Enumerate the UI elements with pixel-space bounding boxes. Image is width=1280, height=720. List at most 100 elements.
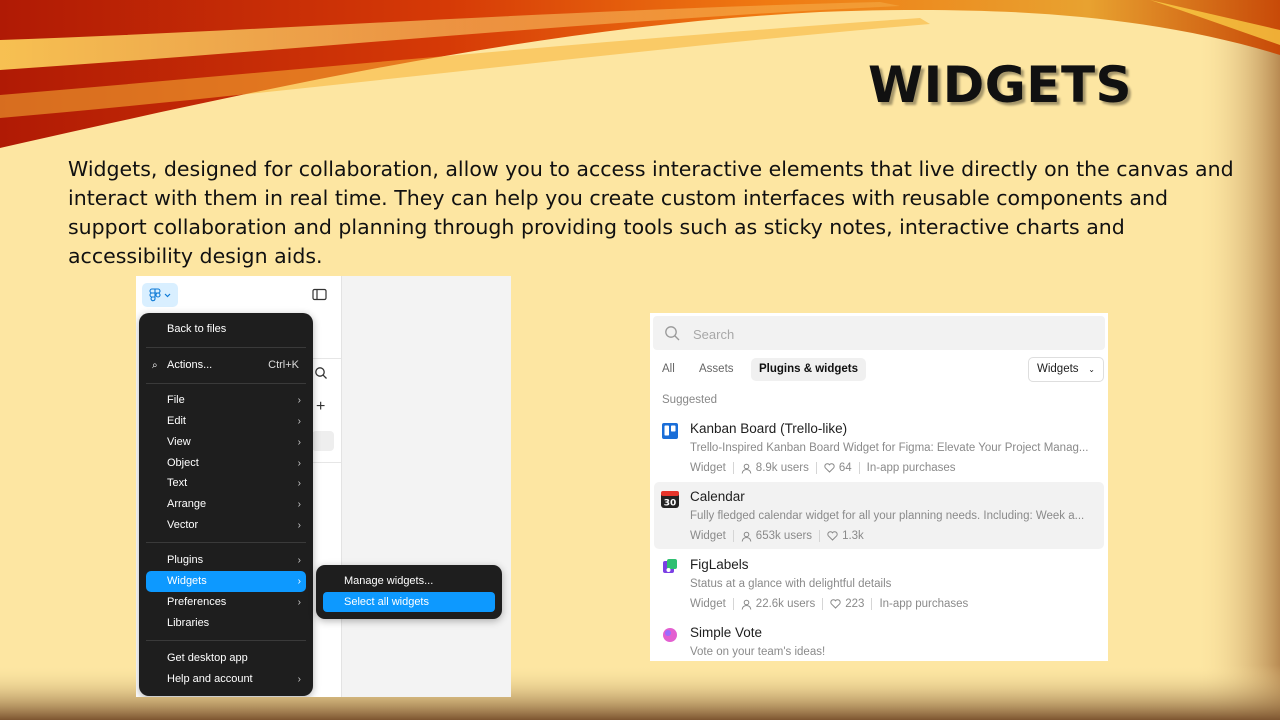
chevron-right-icon: ›	[297, 416, 301, 427]
widget-meta: Widget 22.6k users 223 In-app purchases	[690, 598, 968, 610]
calendar-icon-number: 30	[664, 499, 677, 509]
widget-purchase-note: In-app purchases	[866, 462, 956, 474]
user-icon	[741, 531, 752, 542]
search-input[interactable]	[691, 323, 1095, 345]
widgets-submenu: Manage widgets... Select all widgets	[316, 565, 502, 619]
menu-item-plugins[interactable]: Plugins ›	[146, 550, 306, 571]
figlabels-icon	[663, 559, 677, 573]
filter-dropdown[interactable]: Widgets ⌄	[1028, 357, 1104, 382]
menu-item-get-desktop-app[interactable]: Get desktop app	[146, 648, 306, 669]
widget-description: Trello-Inspired Kanban Board Widget for …	[690, 442, 1089, 454]
chevron-down-icon: ⌄	[1088, 365, 1095, 374]
widget-meta: Widget 8.9k users 64 In-app purchases	[690, 462, 956, 474]
widget-name: Calendar	[690, 489, 745, 504]
submenu-item-manage-widgets[interactable]: Manage widgets...	[323, 571, 495, 591]
chevron-down-icon	[164, 293, 171, 297]
heart-icon	[830, 599, 841, 609]
meta-divider	[732, 598, 734, 610]
widget-list-item[interactable]: Kanban Board (Trello-like) Trello-Inspir…	[654, 414, 1104, 481]
menu-item-back-to-files[interactable]: Back to files	[146, 319, 306, 340]
menu-item-widgets[interactable]: Widgets ›	[146, 571, 306, 592]
shortcut-label: Ctrl+K	[268, 359, 299, 371]
chevron-right-icon: ›	[297, 478, 301, 489]
widget-purchase-note: In-app purchases	[879, 598, 969, 610]
widget-users: 8.9k users	[755, 462, 809, 474]
side-panel-field	[312, 431, 334, 451]
submenu-item-select-all-widgets[interactable]: Select all widgets	[323, 592, 495, 612]
heart-icon	[824, 463, 835, 473]
tab-all[interactable]: All	[662, 358, 675, 381]
widget-type: Widget	[690, 598, 726, 610]
chevron-right-icon: ›	[297, 555, 301, 566]
menu-separator	[146, 640, 306, 641]
search-bar	[653, 316, 1105, 350]
chevron-right-icon: ›	[297, 674, 301, 685]
chevron-right-icon: ›	[297, 458, 301, 469]
widgets-panel-screenshot: All Assets Plugins & widgets Widgets ⌄ S…	[650, 313, 1108, 661]
search-icon: ⌕	[152, 360, 158, 371]
menu-item-vector[interactable]: Vector ›	[146, 515, 306, 536]
chevron-right-icon: ›	[297, 520, 301, 531]
widget-list-item[interactable]: FigLabels Status at a glance with deligh…	[654, 550, 1104, 617]
menu-item-view[interactable]: View ›	[146, 432, 306, 453]
section-label: Suggested	[662, 394, 717, 406]
widget-likes: 1.3k	[842, 530, 864, 542]
menu-item-object[interactable]: Object ›	[146, 453, 306, 474]
menu-item-help-and-account[interactable]: Help and account ›	[146, 669, 306, 690]
menu-item-text[interactable]: Text ›	[146, 473, 306, 494]
chevron-right-icon: ›	[297, 437, 301, 448]
widget-description: Status at a glance with delightful detai…	[690, 578, 892, 590]
widget-meta: Widget 653k users 1.3k	[690, 530, 864, 542]
meta-divider	[871, 598, 873, 610]
widget-likes: 223	[845, 598, 865, 610]
widget-list-item[interactable]: 30 Calendar Fully fledged calendar widge…	[654, 482, 1104, 549]
widget-likes: 64	[838, 462, 852, 474]
menu-item-arrange[interactable]: Arrange ›	[146, 494, 306, 515]
heart-icon	[827, 531, 838, 541]
widget-name: FigLabels	[690, 557, 749, 572]
search-icon	[665, 326, 680, 341]
menu-item-actions[interactable]: ⌕ Actions... Ctrl+K	[146, 355, 306, 376]
meta-divider	[858, 462, 860, 474]
meta-divider	[819, 530, 821, 542]
widget-name: Simple Vote	[690, 625, 763, 640]
tab-assets[interactable]: Assets	[699, 358, 734, 381]
chevron-right-icon: ›	[297, 499, 301, 510]
chevron-right-icon: ›	[297, 597, 301, 608]
figma-menu-screenshot: + Back to files ⌕ Actions... Ctrl+K File…	[136, 276, 511, 697]
widget-name: Kanban Board (Trello-like)	[690, 421, 848, 436]
widget-type: Widget	[690, 530, 726, 542]
menu-separator	[146, 542, 306, 543]
panel-toggle-icon[interactable]	[312, 288, 327, 301]
menu-item-preferences[interactable]: Preferences ›	[146, 592, 306, 613]
user-icon	[741, 599, 752, 610]
widget-users: 22.6k users	[755, 598, 816, 610]
chevron-right-icon: ›	[297, 576, 301, 587]
widget-description: Vote on your team's ideas!	[690, 646, 826, 658]
canvas-area	[341, 276, 511, 697]
calendar-icon: 30	[661, 491, 679, 509]
menu-separator	[146, 347, 306, 348]
vote-icon	[663, 628, 677, 642]
menu-item-edit[interactable]: Edit ›	[146, 411, 306, 432]
menu-item-file[interactable]: File ›	[146, 390, 306, 411]
meta-divider	[815, 462, 817, 474]
widget-list-item[interactable]: Simple Vote Vote on your team's ideas!	[654, 618, 1104, 661]
add-icon[interactable]: +	[316, 398, 325, 416]
chevron-right-icon: ›	[297, 395, 301, 406]
tab-plugins-and-widgets[interactable]: Plugins & widgets	[751, 358, 867, 381]
widget-description: Fully fledged calendar widget for all yo…	[690, 510, 1085, 522]
meta-divider	[732, 530, 734, 542]
meta-divider	[822, 598, 824, 610]
slide-body-text: Widgets, designed for collaboration, all…	[68, 157, 1234, 268]
meta-divider	[732, 462, 734, 474]
widget-users: 653k users	[755, 530, 813, 542]
kanban-icon	[662, 423, 678, 439]
main-menu: Back to files ⌕ Actions... Ctrl+K File ›…	[139, 313, 313, 696]
menu-separator	[146, 383, 306, 384]
user-icon	[741, 463, 752, 474]
menu-item-libraries[interactable]: Libraries	[146, 613, 306, 634]
search-icon[interactable]	[314, 366, 328, 380]
slide-title: WIDGETS	[868, 56, 1133, 114]
figma-main-menu-button[interactable]	[142, 283, 178, 307]
